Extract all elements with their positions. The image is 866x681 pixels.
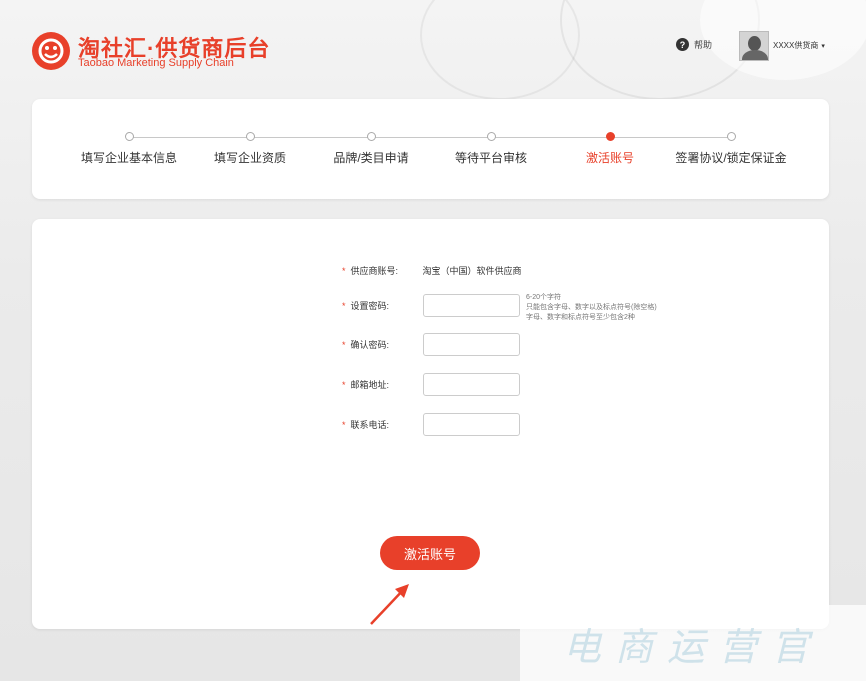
confirm-password-row: * 确认密码: [342,333,520,356]
password-row: * 设置密码: [342,294,520,317]
user-name: XXXX供货商 [773,41,819,50]
logo-icon [32,32,70,70]
password-hint-line: 6-20个字符 [526,294,562,301]
help-label: 帮助 [694,40,713,50]
required-mark: * [342,379,346,390]
step-6: 签署协议/锁定保证金 [661,132,801,166]
avatar-head [748,36,761,51]
page-header: 淘社汇·供货商后台 Taobao Marketing Supply Chain … [0,0,866,90]
avatar[interactable] [739,31,769,61]
required-mark: * [342,265,346,276]
step-5: 激活账号 [540,132,680,166]
activate-account-button[interactable]: 激活账号 [380,536,480,570]
help-icon: ? [676,38,689,51]
step-3: 品牌/类目申请 [301,132,441,166]
phone-row: * 联系电话: [342,413,520,436]
email-row: * 邮箱地址: [342,373,520,396]
phone-field[interactable] [422,413,520,436]
help-link[interactable]: ? 帮助 [676,38,712,51]
password-hint-line: 字母、数字和标点符号至少包含2种 [526,314,635,321]
password-label: 设置密码: [350,301,390,311]
app-subtitle: Taobao Marketing Supply Chain [78,57,234,69]
required-mark: * [342,300,346,311]
step-dot [124,132,134,141]
account-label: 供应商账号: [350,266,399,276]
pointer-arrow-icon [365,580,415,633]
activation-form: * 供应商账号: 淘宝（中国）软件供应商 * 设置密码: 6-20个字符 只能包… [32,219,829,629]
account-value: 淘宝（中国）软件供应商 [422,266,522,276]
required-mark: * [342,339,346,350]
step-dot [366,132,376,141]
step-dot [245,132,255,141]
password-hint: 6-20个字符 只能包含字母、数字以及标点符号(除空格) 字母、数字和标点符号至… [526,293,657,323]
step-label: 填写企业资质 [213,151,286,165]
step-label: 激活账号 [585,151,634,165]
avatar-body [742,50,768,60]
step-label: 品牌/类目申请 [333,151,409,165]
email-label: 邮箱地址: [350,380,390,390]
confirm-password-input[interactable] [422,333,520,356]
password-hint-line: 只能包含字母、数字以及标点符号(除空格) [526,304,657,311]
step-1: 填写企业基本信息 [59,132,199,166]
step-label: 签署协议/锁定保证金 [675,151,787,165]
chevron-down-icon: ▾ [821,42,825,50]
watermark: 电商运营官 [520,605,866,681]
email-field[interactable] [422,373,520,396]
step-dot [486,132,496,141]
step-dot-active [605,132,615,141]
confirm-password-label: 确认密码: [350,340,390,350]
step-dot [726,132,736,141]
progress-steps: 填写企业基本信息 填写企业资质 品牌/类目申请 等待平台审核 激活账号 签署协议… [32,99,829,199]
password-input[interactable] [422,294,520,317]
user-menu[interactable]: XXXX供货商 ▾ [773,40,825,51]
step-2: 填写企业资质 [180,132,320,166]
account-row: * 供应商账号: 淘宝（中国）软件供应商 [342,264,522,277]
step-label: 填写企业基本信息 [80,151,177,165]
phone-label: 联系电话: [350,420,390,430]
required-mark: * [342,419,346,430]
